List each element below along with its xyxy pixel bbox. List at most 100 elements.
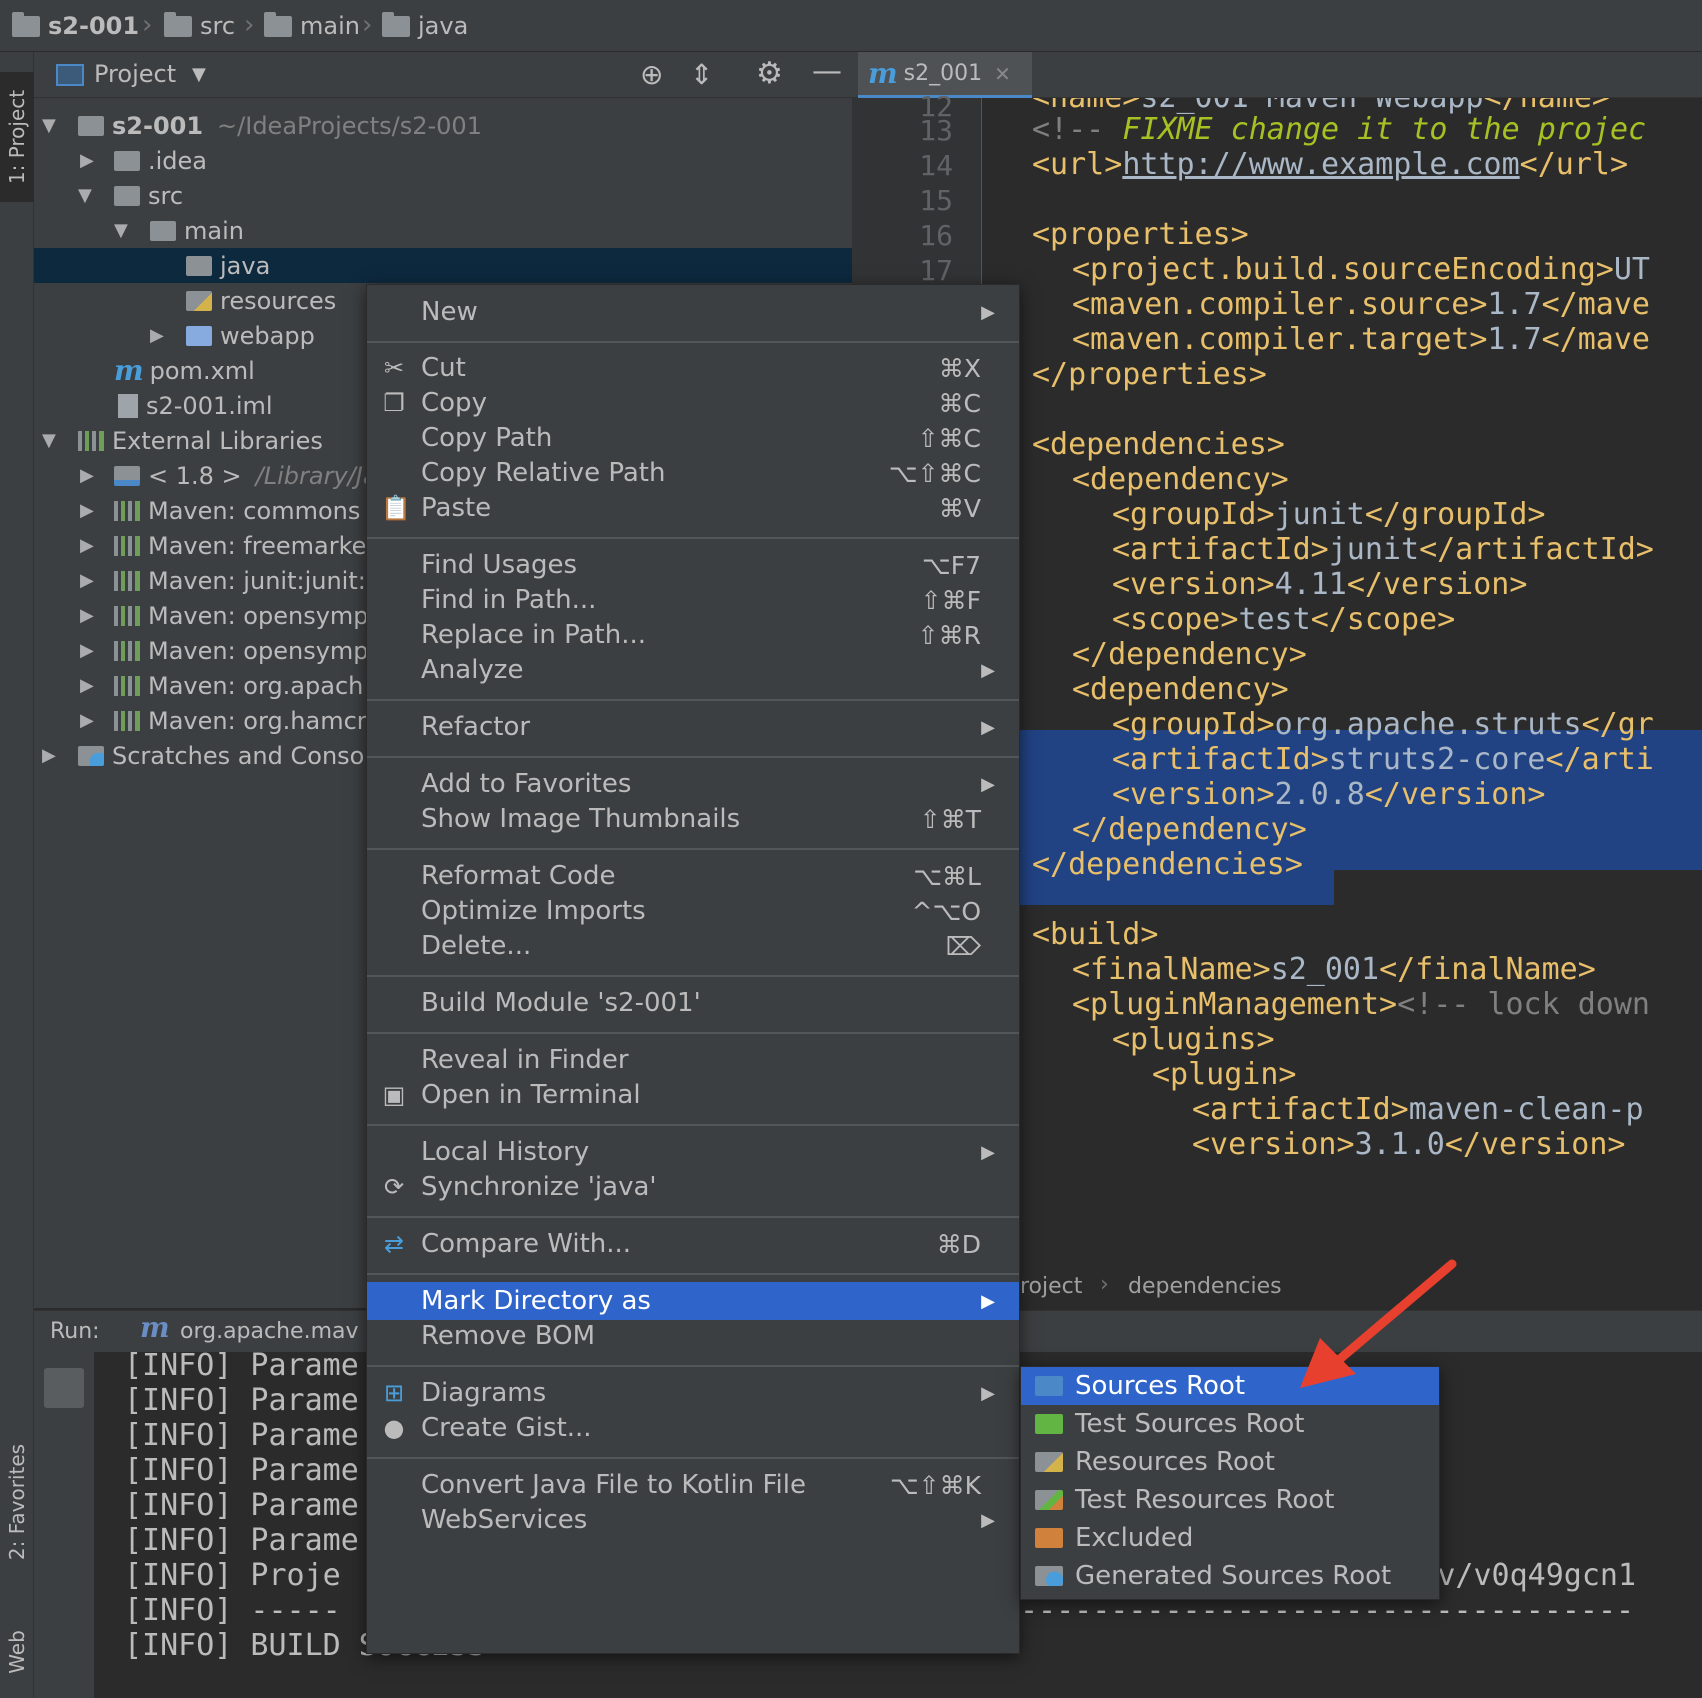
collapse-arrow-icon[interactable]: ▶: [80, 570, 94, 591]
menu-item-webservices[interactable]: WebServices ▶: [367, 1501, 1019, 1539]
menu-item-mark-directory-as[interactable]: Mark Directory as ▶: [367, 1282, 1019, 1320]
code-line: </dependency>: [1072, 637, 1307, 672]
menu-separator: [367, 1273, 1019, 1275]
editor-crumb-item[interactable]: roject: [1020, 1274, 1082, 1299]
close-icon[interactable]: ✕: [994, 62, 1011, 86]
collapse-arrow-icon[interactable]: ▶: [80, 640, 94, 661]
maven-file-icon: m: [868, 57, 898, 90]
project-tool-tab[interactable]: 1: Project: [0, 72, 34, 202]
breadcrumb-main[interactable]: main: [264, 10, 360, 42]
annotation-arrow-icon: [1300, 1259, 1457, 1388]
menu-item-copy[interactable]: ❐ Copy ⌘C: [367, 384, 1019, 422]
menu-item-refactor[interactable]: Refactor ▶: [367, 708, 1019, 746]
menu-separator: [367, 756, 1019, 758]
web-tool-tab[interactable]: Web: [0, 1612, 34, 1692]
menu-item-delete[interactable]: Delete... ⌦: [367, 927, 1019, 965]
submenu-item-excluded[interactable]: Excluded: [1021, 1519, 1439, 1557]
menu-item-diagrams[interactable]: ⊞ Diagrams ▶: [367, 1374, 1019, 1412]
folder-icon: [114, 185, 140, 206]
project-panel-header: Project ▼ ⊕ ⇕ ⚙ —: [34, 52, 852, 98]
chevron-down-icon[interactable]: ▼: [192, 64, 206, 85]
menu-item-new[interactable]: New ▶: [367, 293, 1019, 331]
code-line: <plugins>: [1112, 1022, 1275, 1057]
breadcrumb-separator: ›: [244, 10, 255, 40]
web-folder-icon: [186, 325, 212, 346]
menu-item-convert-to-kotlin[interactable]: Convert Java File to Kotlin File ⌥⇧⌘K: [367, 1466, 1019, 1504]
restore-layout-icon[interactable]: [44, 1368, 84, 1408]
collapse-arrow-icon[interactable]: ▶: [80, 605, 94, 626]
menu-item-synchronize[interactable]: ⟳ Synchronize 'java': [367, 1168, 1019, 1206]
menu-item-show-image-thumbnails[interactable]: Show Image Thumbnails ⇧⌘T: [367, 800, 1019, 838]
tree-item-root[interactable]: ▼ s2-001 ~/IdeaProjects/s2-001: [34, 108, 852, 143]
menu-item-copy-relative-path[interactable]: Copy Relative Path ⌥⇧⌘C: [367, 454, 1019, 492]
menu-item-local-history[interactable]: Local History ▶: [367, 1133, 1019, 1171]
collapse-arrow-icon[interactable]: ▶: [80, 710, 94, 731]
submenu-arrow-icon: ▶: [981, 659, 995, 681]
collapse-arrow-icon[interactable]: ▶: [80, 150, 94, 171]
submenu-item-resources-root[interactable]: Resources Root: [1021, 1443, 1439, 1481]
menu-item-create-gist[interactable]: ● Create Gist...: [367, 1409, 1019, 1447]
collapse-all-icon[interactable]: ⇕: [690, 58, 713, 91]
menu-item-analyze[interactable]: Analyze ▶: [367, 651, 1019, 689]
console-line: [INFO] Parame: [124, 1488, 359, 1523]
menu-item-build-module[interactable]: Build Module 's2-001': [367, 984, 1019, 1022]
menu-item-reveal-in-finder[interactable]: Reveal in Finder: [367, 1041, 1019, 1079]
expand-arrow-icon[interactable]: ▼: [42, 430, 56, 451]
line-number: 15: [919, 184, 953, 217]
breadcrumb-src[interactable]: src: [164, 10, 235, 42]
expand-arrow-icon[interactable]: ▼: [42, 115, 56, 136]
tree-item-idea[interactable]: ▶ .idea: [34, 143, 852, 178]
menu-item-open-in-terminal[interactable]: ▣ Open in Terminal: [367, 1076, 1019, 1114]
menu-item-optimize-imports[interactable]: Optimize Imports ^⌥O: [367, 892, 1019, 930]
console-line: [INFO] Parame: [124, 1348, 359, 1383]
context-menu: New ▶ ✂ Cut ⌘X ❐ Copy ⌘C Copy Path ⇧⌘C Copy Re…: [366, 284, 1020, 1654]
menu-item-replace-in-path[interactable]: Replace in Path... ⇧⌘R: [367, 616, 1019, 654]
library-icon: [114, 500, 140, 521]
menu-separator: [367, 1457, 1019, 1459]
module-folder-icon: [78, 115, 104, 136]
menu-item-paste[interactable]: 📋 Paste ⌘V: [367, 489, 1019, 527]
menu-item-find-usages[interactable]: Find Usages ⌥F7: [367, 546, 1019, 584]
favorites-tool-tab[interactable]: 2: Favorites: [0, 1412, 34, 1592]
gear-icon[interactable]: ⚙: [756, 56, 783, 91]
menu-item-remove-bom[interactable]: Remove BOM: [367, 1317, 1019, 1355]
menu-item-cut[interactable]: ✂ Cut ⌘X: [367, 349, 1019, 387]
breadcrumb-separator: ›: [142, 10, 153, 40]
code-line: <artifactId>maven-clean-p: [1192, 1092, 1644, 1127]
editor-crumb-item[interactable]: dependencies: [1128, 1274, 1282, 1299]
code-area[interactable]: <name>s2_001 Maven Webapp</name> <!-- FI…: [982, 98, 1702, 1268]
menu-item-compare-with[interactable]: ⇄ Compare With... ⌘D: [367, 1225, 1019, 1263]
submenu-arrow-icon: ▶: [981, 301, 995, 323]
expand-arrow-icon[interactable]: ▼: [114, 220, 128, 241]
locate-icon[interactable]: ⊕: [640, 58, 663, 91]
folder-icon: [164, 11, 192, 37]
expand-arrow-icon[interactable]: ▼: [78, 185, 92, 206]
menu-separator: [367, 1032, 1019, 1034]
project-view-selector[interactable]: Project: [94, 60, 176, 88]
module-folder-icon: [12, 11, 40, 37]
run-config-tab[interactable]: org.apache.mav: [180, 1319, 359, 1344]
hide-panel-icon[interactable]: —: [812, 54, 842, 89]
menu-item-reformat-code[interactable]: Reformat Code ⌥⌘L: [367, 857, 1019, 895]
menu-item-find-in-path[interactable]: Find in Path... ⇧⌘F: [367, 581, 1019, 619]
menu-separator: [367, 975, 1019, 977]
terminal-icon: ▣: [382, 1081, 406, 1109]
menu-item-add-to-favorites[interactable]: Add to Favorites ▶: [367, 765, 1019, 803]
tree-item-src[interactable]: ▼ src: [34, 178, 852, 213]
sync-icon: ⟳: [383, 1173, 405, 1201]
submenu-item-generated-sources-root[interactable]: Generated Sources Root: [1021, 1557, 1439, 1595]
menu-separator: [367, 537, 1019, 539]
collapse-arrow-icon[interactable]: ▶: [80, 535, 94, 556]
tree-item-java[interactable]: java: [34, 248, 852, 283]
menu-item-copy-path[interactable]: Copy Path ⇧⌘C: [367, 419, 1019, 457]
submenu-item-test-sources-root[interactable]: Test Sources Root: [1021, 1405, 1439, 1443]
collapse-arrow-icon[interactable]: ▶: [150, 325, 164, 346]
collapse-arrow-icon[interactable]: ▶: [80, 500, 94, 521]
submenu-item-test-resources-root[interactable]: Test Resources Root: [1021, 1481, 1439, 1519]
breadcrumb-java[interactable]: java: [382, 10, 468, 42]
breadcrumb-project[interactable]: s2-001: [12, 10, 139, 42]
collapse-arrow-icon[interactable]: ▶: [80, 675, 94, 696]
collapse-arrow-icon[interactable]: ▶: [42, 745, 56, 766]
collapse-arrow-icon[interactable]: ▶: [80, 465, 94, 486]
tree-item-main[interactable]: ▼ main: [34, 213, 852, 248]
